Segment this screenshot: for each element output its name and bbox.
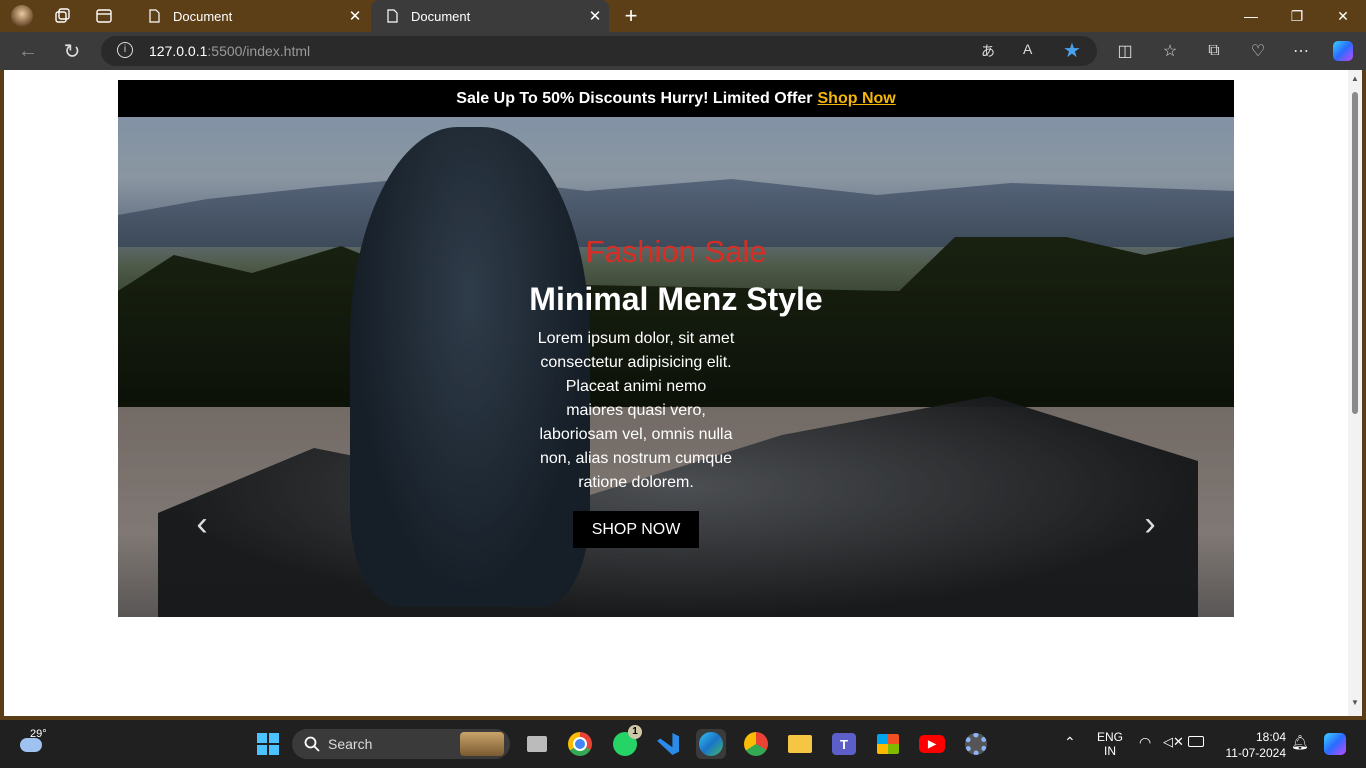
whatsapp-icon[interactable]: 1 [610,725,642,759]
tab-document-1[interactable]: Document ✕ [133,0,369,32]
favorite-star-icon[interactable]: ★ [1063,38,1081,63]
scroll-down-icon[interactable]: ▼ [1351,698,1359,707]
wifi-icon[interactable]: ◠ [1139,734,1151,751]
tab-title: Document [411,8,471,24]
close-window-button[interactable]: ✕ [1320,0,1366,32]
edge-icon[interactable] [696,729,726,759]
taskbar-search[interactable]: Search [292,729,510,759]
windows-start-icon[interactable] [253,729,283,759]
shop-now-link[interactable]: Shop Now [818,90,896,108]
tab-title: Document [173,8,233,24]
vertical-tabs-icon[interactable] [92,4,116,28]
weather-temp: 29° [30,728,47,740]
teams-letter: T [832,733,856,755]
minimize-button[interactable]: — [1228,0,1274,32]
language-code: ENG [1096,730,1123,744]
collections-icon[interactable]: ⧉ [1201,39,1227,63]
microsoft-store-icon[interactable] [873,729,903,759]
hero-heading: Minimal Menz Style [529,281,823,317]
copilot-icon[interactable] [1330,39,1356,63]
restore-button[interactable]: ❐ [1274,0,1320,32]
notification-bell-icon[interactable]: 🔔︎ [1291,734,1309,751]
search-label: Search [328,736,373,752]
settings-gear-icon[interactable] [961,729,991,759]
close-icon[interactable]: ✕ [341,7,369,25]
hero-content: Fashion Sale Minimal Menz Style Lorem ip… [118,117,1234,617]
hero-banner: Fashion Sale Minimal Menz Style Lorem ip… [118,117,1234,617]
hero-eyebrow: Fashion Sale [585,234,767,269]
tab-strip: Document ✕ Document ✕ + — ❐ ✕ [0,0,1366,32]
prev-slide-arrow-icon[interactable]: ‹ [190,507,214,541]
next-slide-arrow-icon[interactable]: › [1138,507,1162,541]
chevron-up-icon[interactable]: ⌃ [1064,734,1076,751]
shop-now-button[interactable]: SHOP NOW [573,511,699,548]
read-aloud-icon[interactable]: A [1023,41,1032,57]
search-icon [304,736,320,752]
weather-widget[interactable]: 29° [18,728,52,758]
workspaces-icon[interactable] [50,4,74,28]
clock-time: 18:04 [1255,730,1286,744]
chrome-profile-icon[interactable] [741,729,771,759]
more-menu-icon[interactable]: ⋯ [1288,39,1314,63]
notification-badge: 1 [628,725,642,739]
url-path: :5500/index.html [207,43,311,59]
refresh-icon[interactable]: ↻ [59,39,85,63]
avatar-image [11,5,33,27]
tab-document-2[interactable]: Document ✕ [371,0,609,32]
speaker-muted-icon[interactable]: ◁✕ [1163,734,1184,750]
site-info-icon[interactable]: i [117,42,133,58]
scroll-up-icon[interactable]: ▲ [1351,74,1359,83]
back-arrow-icon[interactable]: ← [15,39,41,63]
task-view-icon[interactable] [522,729,552,759]
announcement-text: Sale Up To 50% Discounts Hurry! Limited … [456,89,813,107]
page-viewport: Sale Up To 50% Discounts Hurry! Limited … [4,70,1348,716]
close-icon[interactable]: ✕ [581,7,609,25]
page-icon [149,9,160,23]
file-explorer-icon[interactable] [785,729,815,759]
profile-avatar[interactable] [10,4,34,28]
search-highlight-image [460,732,504,756]
page-scrollbar[interactable]: ▲ ▼ [1348,70,1362,716]
split-screen-icon[interactable]: ◫ [1112,39,1138,63]
new-tab-icon[interactable]: + [619,3,643,28]
language-indicator[interactable]: ENG IN [1096,730,1124,758]
address-bar[interactable]: i 127.0.0.1:5500/index.html あ A ★ [101,36,1097,66]
battery-icon[interactable] [1188,736,1204,747]
taskbar: 29° Search 1 T ▶ ⌃ ENG IN ◠ ◁✕ 18:04 11-… [0,720,1366,768]
url-host: 127.0.0.1 [149,43,208,59]
browser-essentials-icon[interactable]: ♡ [1245,39,1271,63]
scrollbar-thumb[interactable] [1352,92,1358,414]
favorites-icon[interactable]: ☆ [1157,39,1183,63]
clock-date: 11-07-2024 [1225,746,1287,760]
page-icon [387,9,398,23]
youtube-icon[interactable]: ▶ [917,729,947,759]
hero-description: Lorem ipsum dolor, sit amet consectetur … [537,330,735,491]
translate-icon[interactable]: あ [981,41,995,61]
announcement-bar: Sale Up To 50% Discounts Hurry! Limited … [118,80,1234,117]
vscode-icon[interactable] [653,729,683,759]
teams-icon[interactable]: T [829,729,859,759]
region-code: IN [1104,744,1116,758]
url-text: 127.0.0.1:5500/index.html [149,43,310,59]
clock[interactable]: 18:04 11-07-2024 [1218,729,1287,761]
cloud-icon [20,738,42,752]
browser-toolbar: ← ↻ i 127.0.0.1:5500/index.html あ A ★ ◫ … [0,32,1366,70]
chrome-icon[interactable] [565,729,595,759]
copilot-taskbar-icon[interactable] [1320,729,1350,759]
